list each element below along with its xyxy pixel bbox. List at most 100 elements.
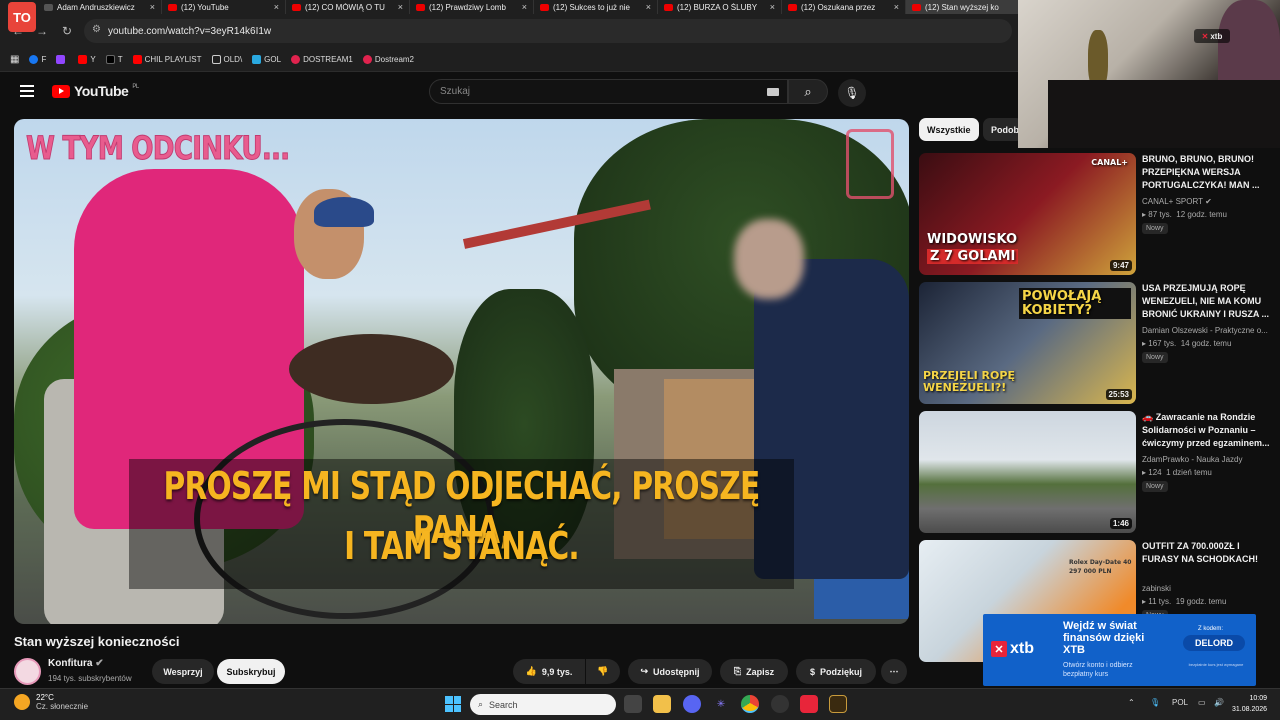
like-button[interactable]: 👍 9,9 tys.: [513, 659, 585, 684]
save-button[interactable]: ⎘ Zapisz: [720, 659, 788, 684]
browser-tab[interactable]: (12) YouTube ×: [162, 0, 286, 14]
video-player[interactable]: W TYM ODCINKU... PROSZĘ MI STĄD ODJECHAĆ…: [14, 119, 909, 624]
bookmark-item[interactable]: F: [29, 55, 46, 64]
bookmark-icon: [252, 55, 262, 64]
recommendation-card[interactable]: 1:46 🚗 Zawracanie na Rondzie Solidarnośc…: [919, 411, 1280, 533]
bookmark-item[interactable]: Dostream2: [362, 55, 414, 64]
subscribe-button[interactable]: Subskrybuj: [217, 659, 285, 684]
more-actions-button[interactable]: ⋯: [881, 659, 907, 684]
voice-search-button[interactable]: 🎙: [838, 79, 866, 107]
bookmark-item[interactable]: GOL: [252, 55, 281, 64]
view-count: 124: [1148, 468, 1162, 477]
start-icon[interactable]: [445, 696, 461, 712]
search-icon: ⌕: [478, 699, 484, 709]
bookmark-item[interactable]: T: [105, 55, 123, 64]
chip-similar[interactable]: Podob: [983, 118, 1023, 141]
thumbnail-text: WIDOWISKO: [927, 232, 1018, 247]
menu-icon[interactable]: [20, 85, 34, 97]
dislike-button[interactable]: 👎: [586, 659, 620, 684]
new-badge: Nowy: [1142, 223, 1168, 234]
recommendation-title[interactable]: 🚗 Zawracanie na Rondzie Solidarności w P…: [1142, 411, 1274, 450]
tab-close-icon[interactable]: ×: [646, 2, 651, 12]
apps-grid-icon[interactable]: ▦: [10, 54, 19, 65]
weather-widget[interactable]: 22°C Cz. słonecznie: [14, 693, 88, 711]
channel-name[interactable]: Konfitura ✔: [48, 658, 104, 669]
recommendation-card[interactable]: POWOŁAJĄ KOBIETY? PRZEJĘLI ROPĘ WENEZUEL…: [919, 282, 1280, 404]
tab-title: (12) Stan wyższej ko: [925, 2, 999, 12]
recommendation-channel[interactable]: zabinski: [1142, 584, 1274, 593]
language-indicator[interactable]: POL: [1172, 698, 1188, 707]
episode-tag: W TYM ODCINKU...: [26, 129, 291, 168]
tab-close-icon[interactable]: ×: [522, 2, 527, 12]
game-launcher-icon[interactable]: [829, 695, 847, 713]
thanks-icon: $: [809, 666, 815, 677]
clock-time: 10:09: [1249, 695, 1268, 702]
browser-tab[interactable]: (12) Prawdziwy Lomb ×: [410, 0, 534, 14]
tab-close-icon[interactable]: ×: [274, 2, 279, 12]
obs-icon[interactable]: [771, 695, 789, 713]
sponsor-ad[interactable]: ✕ xtb Wejdź w świat finansów dzięki XTB O…: [983, 614, 1256, 686]
browser-tab[interactable]: (12) BURZA O ŚLUBY ×: [658, 0, 782, 14]
browser-tab[interactable]: (12) Sukces to już nie ×: [534, 0, 658, 14]
tray-mic-icon[interactable]: 🎙: [1150, 698, 1160, 707]
video-thumbnail[interactable]: 1:46: [919, 411, 1136, 533]
taskbar-search[interactable]: ⌕ Search: [470, 694, 616, 715]
discord-icon[interactable]: [683, 695, 701, 713]
tab-close-icon[interactable]: ×: [770, 2, 775, 12]
url-field[interactable]: ⚙ youtube.com/watch?v=3eyR14k6I1w: [84, 19, 1012, 43]
youtube-header: YouTube PL Szukaj ⌕ 🎙: [0, 73, 1018, 113]
tab-close-icon[interactable]: ×: [894, 2, 899, 12]
recommendation-channel[interactable]: ZdamPrawko - Nauka Jazdy: [1142, 455, 1274, 464]
recommendation-title[interactable]: OUTFIT ZA 700.000ZŁ I FURASY NA SCHODKAC…: [1142, 540, 1274, 566]
recommendation-card[interactable]: WIDOWISKO Z 7 GOLAMI CANAL+ 9:47 BRUNO, …: [919, 153, 1280, 275]
recommendation-channel[interactable]: CANAL+ SPORT ✔: [1142, 197, 1274, 206]
search-input[interactable]: Szukaj: [429, 79, 788, 104]
clock[interactable]: 10:09 31.08.2026: [1232, 693, 1267, 715]
task-view-icon[interactable]: [624, 695, 642, 713]
bookmark-label: Dostream2: [374, 55, 414, 64]
subtitle-line: I TAM STANĄĆ.: [344, 524, 580, 568]
video-thumbnail[interactable]: POWOŁAJĄ KOBIETY? PRZEJĘLI ROPĘ WENEZUEL…: [919, 282, 1136, 404]
reload-icon[interactable]: ↻: [62, 24, 72, 38]
thumbs-up-icon: 👍: [525, 666, 537, 676]
keyboard-icon[interactable]: [767, 88, 779, 96]
video-duration: 1:46: [1109, 518, 1132, 529]
xtb-logo-icon: ✕: [991, 641, 1007, 657]
bookmark-item[interactable]: Y: [78, 55, 96, 64]
streaming-app-icon[interactable]: [800, 695, 818, 713]
forward-icon[interactable]: →: [36, 24, 48, 38]
address-bar-row: ← → ↻ ⚙ youtube.com/watch?v=3eyR14k6I1w: [0, 14, 1018, 48]
site-info-icon[interactable]: ⚙: [92, 24, 101, 35]
recommendation-channel[interactable]: Damian Olszewski - Praktyczne o...: [1142, 326, 1274, 335]
bookmark-item[interactable]: [56, 55, 68, 64]
browser-tab-active[interactable]: (12) Stan wyższej ko×: [906, 0, 1018, 14]
bookmark-item[interactable]: CHIL PLAYLIST: [132, 55, 202, 64]
recommendation-title[interactable]: BRUNO, BRUNO, BRUNO! PRZEPIĘKNA WERSJA P…: [1142, 153, 1274, 192]
bookmark-label: Y: [90, 55, 96, 64]
chrome-icon[interactable]: [741, 695, 759, 713]
video-thumbnail[interactable]: WIDOWISKO Z 7 GOLAMI CANAL+ 9:47: [919, 153, 1136, 275]
bookmark-item[interactable]: OLD\: [211, 55, 243, 64]
volume-icon[interactable]: 🔊: [1214, 698, 1224, 707]
url-text: youtube.com/watch?v=3eyR14k6I1w: [108, 25, 272, 37]
youtube-logo[interactable]: YouTube PL: [52, 83, 139, 99]
channel-avatar[interactable]: [14, 658, 41, 685]
network-icon[interactable]: ▭: [1198, 698, 1206, 707]
support-button[interactable]: Wesprzyj: [152, 659, 214, 684]
bookmark-item[interactable]: DOSTREAM1: [291, 55, 353, 64]
recommendation-title[interactable]: USA PRZEJMUJĄ ROPĘ WENEZUELI, NIE MA KOM…: [1142, 282, 1274, 321]
document-icon: [846, 129, 894, 199]
chip-all[interactable]: Wszystkie: [919, 118, 979, 141]
tab-close-icon[interactable]: ×: [398, 2, 403, 12]
sparkle-app-icon[interactable]: ✳: [712, 695, 730, 713]
browser-tab[interactable]: (12) CO MÓWIĄ O TU ×: [286, 0, 410, 14]
share-button[interactable]: ↪ Udostępnij: [628, 659, 712, 684]
bookmark-label: OLD\: [223, 55, 243, 64]
browser-tab[interactable]: Adam Andruszkiewicz ×: [38, 0, 162, 14]
thanks-button[interactable]: $ Podziękuj: [796, 659, 876, 684]
tray-chevron-icon[interactable]: ⌃: [1128, 698, 1135, 707]
file-explorer-icon[interactable]: [653, 695, 671, 713]
search-button[interactable]: ⌕: [788, 79, 828, 104]
browser-tab[interactable]: (12) Oszukana przez ×: [782, 0, 906, 14]
tab-close-icon[interactable]: ×: [150, 2, 155, 12]
